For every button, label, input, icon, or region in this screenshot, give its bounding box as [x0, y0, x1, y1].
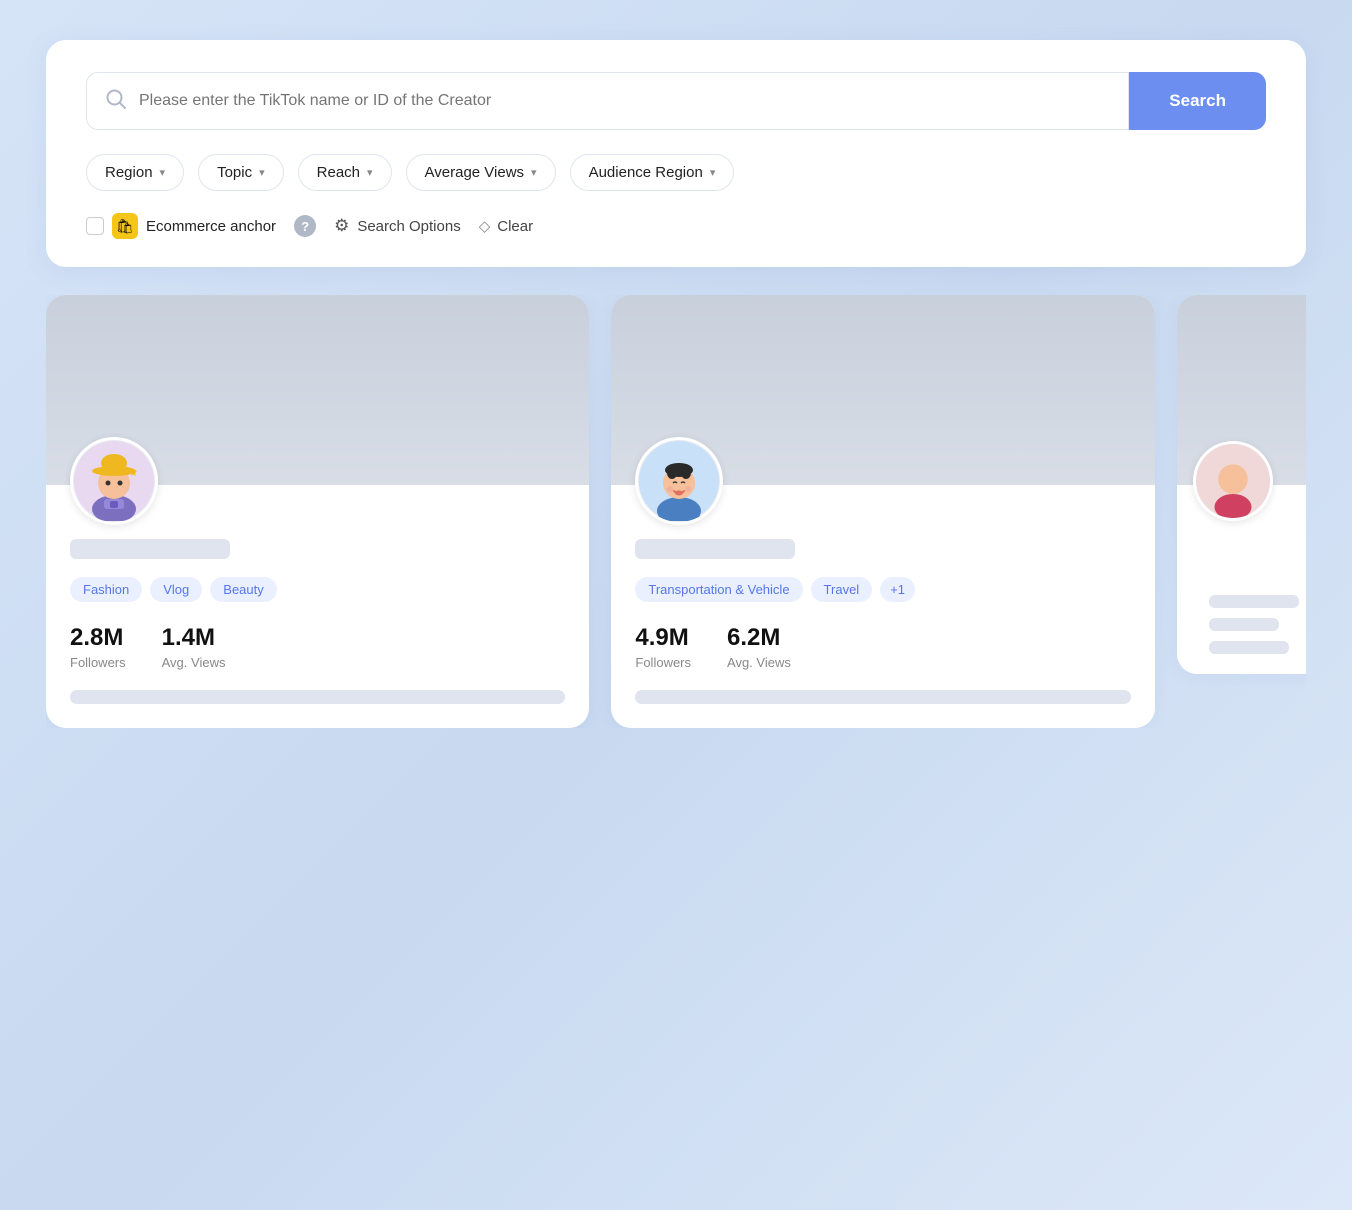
filter-row: Region ▾ Topic ▾ Reach ▾ Average Views ▾…	[86, 154, 1266, 191]
avatar-wrapper-1: ★	[70, 437, 565, 525]
action-bar-1	[70, 690, 565, 704]
search-options-label: Search Options	[357, 218, 460, 235]
ecommerce-anchor-checkbox[interactable]: 🛍 Ecommerce anchor	[86, 213, 276, 239]
reach-label: Reach	[317, 164, 360, 181]
ecommerce-label: Ecommerce anchor	[146, 218, 276, 235]
help-icon[interactable]: ?	[294, 215, 316, 237]
tag-travel[interactable]: Travel	[811, 577, 873, 602]
card-body-1: ★ Fashion Vlog Beauty 2.8M Followers	[46, 437, 589, 728]
chevron-down-icon: ▾	[531, 166, 537, 179]
followers-label-1: Followers	[70, 655, 126, 670]
avatar-wrapper-2	[635, 437, 1130, 525]
action-bar-2	[635, 690, 1130, 704]
partial-bars	[1193, 535, 1306, 674]
partial-bar-1	[1209, 595, 1299, 608]
partial-bar-2	[1209, 618, 1279, 631]
avg-views-value-1: 1.4M	[162, 624, 226, 653]
tag-beauty[interactable]: Beauty	[210, 577, 276, 602]
chevron-down-icon: ▾	[367, 166, 373, 179]
creator-name-bar-2	[635, 539, 795, 559]
creator-card-1[interactable]: ★ Fashion Vlog Beauty 2.8M Followers	[46, 295, 589, 728]
card-body-2: Transportation & Vehicle Travel +1 4.9M …	[611, 437, 1154, 728]
followers-stat-1: 2.8M Followers	[70, 624, 126, 670]
search-icon	[105, 88, 127, 115]
tag-plus[interactable]: +1	[880, 577, 915, 602]
topic-label: Topic	[217, 164, 252, 181]
main-container: Search Region ▾ Topic ▾ Reach ▾ Average …	[46, 40, 1306, 728]
average-views-filter[interactable]: Average Views ▾	[406, 154, 556, 191]
diamond-icon: ◇	[479, 217, 491, 235]
creator-card-2[interactable]: Transportation & Vehicle Travel +1 4.9M …	[611, 295, 1154, 728]
sliders-icon: ⚙	[334, 216, 349, 236]
avatar-1: ★	[70, 437, 158, 525]
avg-views-label-2: Avg. Views	[727, 655, 791, 670]
topic-filter[interactable]: Topic ▾	[198, 154, 284, 191]
followers-value-1: 2.8M	[70, 624, 126, 653]
search-row: Search	[86, 72, 1266, 130]
stats-row-2: 4.9M Followers 6.2M Avg. Views	[635, 624, 1130, 670]
search-input-wrapper	[86, 72, 1129, 130]
cards-row: ★ Fashion Vlog Beauty 2.8M Followers	[46, 295, 1306, 728]
creator-name-bar-1	[70, 539, 230, 559]
avg-views-stat-2: 6.2M Avg. Views	[727, 624, 791, 670]
creator-card-3-partial[interactable]	[1177, 295, 1306, 674]
avatar-3	[1193, 441, 1273, 521]
avg-views-value-2: 6.2M	[727, 624, 791, 653]
chevron-down-icon: ▾	[160, 166, 166, 179]
svg-text:★: ★	[129, 468, 138, 479]
clear-button[interactable]: ◇ Clear	[479, 217, 533, 235]
tag-transportation[interactable]: Transportation & Vehicle	[635, 577, 802, 602]
reach-filter[interactable]: Reach ▾	[298, 154, 392, 191]
stats-row-1: 2.8M Followers 1.4M Avg. Views	[70, 624, 565, 670]
audience-region-filter[interactable]: Audience Region ▾	[570, 154, 735, 191]
search-input[interactable]	[139, 92, 1110, 110]
clear-label: Clear	[497, 218, 533, 235]
chevron-down-icon: ▾	[259, 166, 265, 179]
followers-stat-2: 4.9M Followers	[635, 624, 691, 670]
tag-vlog[interactable]: Vlog	[150, 577, 202, 602]
tag-fashion[interactable]: Fashion	[70, 577, 142, 602]
avg-views-label-1: Avg. Views	[162, 655, 226, 670]
followers-value-2: 4.9M	[635, 624, 691, 653]
ecommerce-icon: 🛍	[112, 213, 138, 239]
options-row: 🛍 Ecommerce anchor ? ⚙ Search Options ◇ …	[86, 213, 1266, 239]
checkbox-box	[86, 217, 104, 235]
followers-label-2: Followers	[635, 655, 691, 670]
tags-row-2: Transportation & Vehicle Travel +1	[635, 577, 1130, 602]
region-label: Region	[105, 164, 153, 181]
audience-region-label: Audience Region	[589, 164, 703, 181]
search-button[interactable]: Search	[1129, 72, 1266, 130]
chevron-down-icon: ▾	[710, 166, 716, 179]
search-options-button[interactable]: ⚙ Search Options	[334, 216, 461, 236]
tags-row-1: Fashion Vlog Beauty	[70, 577, 565, 602]
search-panel: Search Region ▾ Topic ▾ Reach ▾ Average …	[46, 40, 1306, 267]
avg-views-stat-1: 1.4M Avg. Views	[162, 624, 226, 670]
region-filter[interactable]: Region ▾	[86, 154, 184, 191]
avatar-2	[635, 437, 723, 525]
partial-bar-3	[1209, 641, 1289, 654]
average-views-label: Average Views	[425, 164, 525, 181]
